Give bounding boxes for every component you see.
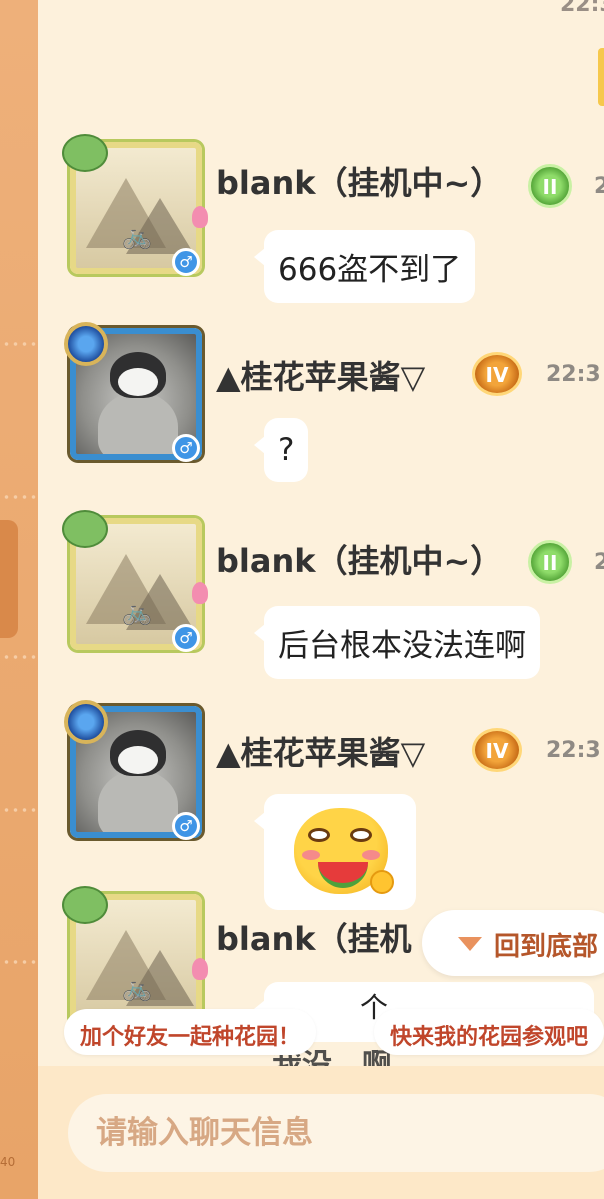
level-badge: IV bbox=[472, 352, 522, 396]
rail-dots bbox=[2, 655, 38, 659]
message-time: 22:3 bbox=[546, 738, 601, 763]
chat-input[interactable] bbox=[68, 1094, 604, 1172]
avatar[interactable]: 🚲 ♂ bbox=[62, 510, 210, 658]
blue-orb-icon bbox=[64, 322, 108, 366]
message-bubble[interactable]: ? bbox=[253, 418, 309, 482]
rail-dots bbox=[2, 960, 38, 964]
lotus-flower-icon bbox=[192, 206, 208, 228]
avatar[interactable]: ♂ bbox=[62, 320, 210, 468]
lotus-leaf-icon bbox=[62, 134, 108, 172]
back-to-bottom-button[interactable]: 回到底部 bbox=[422, 910, 604, 976]
avatar[interactable]: 🚲 ♂ bbox=[62, 134, 210, 282]
message-bubble[interactable]: 后台根本没法连啊 bbox=[254, 606, 540, 679]
down-arrow-icon bbox=[458, 937, 482, 951]
bicycle-icon: 🚲 bbox=[122, 974, 152, 1002]
bicycle-icon: 🚲 bbox=[122, 598, 152, 626]
rail-number: 40 bbox=[0, 1155, 16, 1169]
lotus-flower-icon bbox=[192, 958, 208, 980]
message-time: 22:3 bbox=[546, 362, 601, 387]
username[interactable]: ▲桂花苹果酱▽ bbox=[216, 728, 425, 774]
male-icon: ♂ bbox=[172, 812, 200, 840]
level-badge: II bbox=[528, 164, 572, 208]
left-rail: 40 bbox=[0, 0, 38, 1199]
message-time: 2 bbox=[594, 550, 604, 575]
decor-strip bbox=[598, 48, 604, 106]
rail-dots bbox=[2, 495, 38, 499]
lotus-leaf-icon bbox=[62, 886, 108, 924]
watermelon-eating-emoji-icon bbox=[294, 808, 394, 894]
quick-chip-visit-garden[interactable]: 快来我的花园参观吧 bbox=[374, 1009, 604, 1055]
input-bar bbox=[38, 1066, 604, 1199]
level-badge: II bbox=[528, 540, 572, 584]
male-icon: ♂ bbox=[172, 624, 200, 652]
rail-tab[interactable] bbox=[0, 520, 18, 638]
blue-orb-icon bbox=[64, 700, 108, 744]
lotus-flower-icon bbox=[192, 582, 208, 604]
male-icon: ♂ bbox=[172, 434, 200, 462]
message-time: 22:3 bbox=[560, 0, 604, 17]
message-bubble[interactable]: 666盗不到了 bbox=[253, 230, 476, 303]
male-icon: ♂ bbox=[172, 248, 200, 276]
sticker-bubble[interactable] bbox=[254, 794, 416, 910]
back-to-bottom-label: 回到底部 bbox=[494, 932, 599, 962]
rail-dots bbox=[2, 808, 38, 812]
username[interactable]: blank（挂机中~） bbox=[216, 536, 502, 582]
bicycle-icon: 🚲 bbox=[122, 222, 152, 250]
username[interactable]: blank（挂机 bbox=[216, 914, 412, 960]
level-badge: IV bbox=[472, 728, 522, 772]
lotus-leaf-icon bbox=[62, 510, 108, 548]
avatar[interactable]: ♂ bbox=[62, 698, 210, 846]
username[interactable]: blank（挂机中~） bbox=[216, 158, 502, 204]
username[interactable]: ▲桂花苹果酱▽ bbox=[216, 352, 425, 398]
message-time: 2 bbox=[594, 174, 604, 199]
quick-chip-add-friend[interactable]: 加个好友一起种花园！ bbox=[64, 1009, 317, 1055]
rail-dots bbox=[2, 342, 38, 346]
